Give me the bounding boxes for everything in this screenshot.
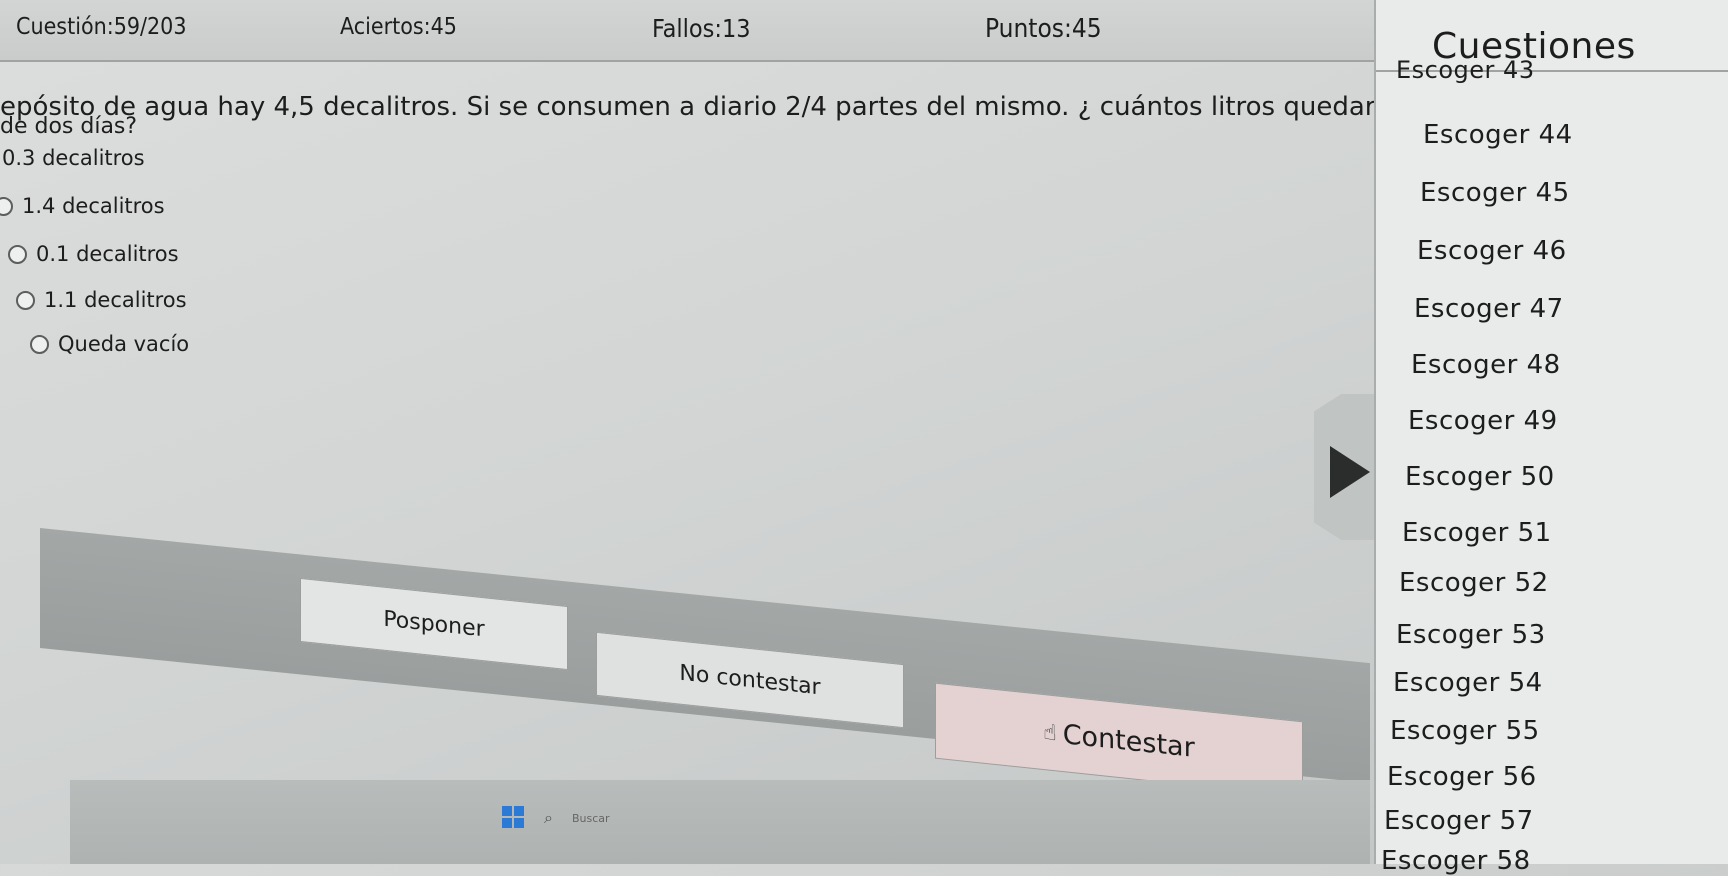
question-line-1: epósito de agua hay 4,5 decalitros. Si s… xyxy=(0,92,1408,122)
sidebar-item-14[interactable]: Escoger 56 xyxy=(1387,762,1537,792)
sidebar-item-15[interactable]: Escoger 57 xyxy=(1384,806,1534,836)
wrong-count: Fallos:13 xyxy=(652,14,751,43)
answer-button-label: Contestar xyxy=(1062,718,1195,764)
radio-icon[interactable] xyxy=(30,334,49,354)
collapse-arrow-icon[interactable] xyxy=(1330,446,1370,498)
points-count: Puntos:45 xyxy=(985,14,1102,44)
radio-icon[interactable] xyxy=(0,196,13,216)
quiz-panel: Cuestión:59/203 Aciertos:45 Fallos:13 Pu… xyxy=(0,0,1408,864)
stats-bar: Cuestión:59/203 Aciertos:45 Fallos:13 Pu… xyxy=(0,0,1390,62)
answer-option-label: Queda vacío xyxy=(58,332,190,356)
question-text: epósito de agua hay 4,5 decalitros. Si s… xyxy=(0,92,1408,138)
answer-option-label: 0.3 decalitros xyxy=(2,146,145,170)
answer-option-4[interactable]: 1.1 decalitros xyxy=(16,288,187,312)
taskbar xyxy=(70,780,1370,864)
sidebar-item-5[interactable]: Escoger 47 xyxy=(1414,294,1564,324)
windows-start-icon[interactable] xyxy=(502,806,524,828)
correct-count: Aciertos:45 xyxy=(340,14,457,40)
answer-option-3[interactable]: 0.1 decalitros xyxy=(8,242,179,266)
sidebar-item-13[interactable]: Escoger 55 xyxy=(1390,716,1540,746)
sidebar-item-4[interactable]: Escoger 46 xyxy=(1417,236,1567,266)
sidebar-item-16[interactable]: Escoger 58 xyxy=(1381,846,1531,876)
answer-option-2[interactable]: 1.4 decalitros xyxy=(0,194,165,218)
search-icon[interactable]: ⌕ xyxy=(544,808,553,828)
taskbar-search-label[interactable]: Buscar xyxy=(572,812,610,825)
sidebar-item-1[interactable]: Escoger 43 xyxy=(1396,56,1535,84)
sidebar-item-11[interactable]: Escoger 53 xyxy=(1396,620,1546,650)
answer-option-1[interactable]: 0.3 decalitros xyxy=(2,146,145,170)
radio-icon[interactable] xyxy=(16,290,35,310)
sidebar-item-12[interactable]: Escoger 54 xyxy=(1393,668,1543,698)
sidebar-item-7[interactable]: Escoger 49 xyxy=(1408,406,1558,436)
hand-pointer-icon: ☝ xyxy=(1043,719,1057,746)
sidebar-item-10[interactable]: Escoger 52 xyxy=(1399,568,1549,598)
answer-option-label: 1.1 decalitros xyxy=(44,288,187,312)
radio-icon[interactable] xyxy=(8,244,27,264)
answer-option-label: 0.1 decalitros xyxy=(36,242,179,266)
answer-option-label: 1.4 decalitros xyxy=(22,194,165,218)
sidebar-item-2[interactable]: Escoger 44 xyxy=(1423,120,1573,150)
sidebar-item-9[interactable]: Escoger 51 xyxy=(1402,518,1552,548)
sidebar-item-8[interactable]: Escoger 50 xyxy=(1405,462,1555,492)
question-counter: Cuestión:59/203 xyxy=(16,14,187,40)
sidebar-item-6[interactable]: Escoger 48 xyxy=(1411,350,1561,380)
answer-option-5[interactable]: Queda vacío xyxy=(30,332,189,356)
questions-sidebar: Cuestiones Escoger 43 Escoger 44 Escoger 4… xyxy=(1374,0,1728,876)
sidebar-item-3[interactable]: Escoger 45 xyxy=(1420,178,1570,208)
